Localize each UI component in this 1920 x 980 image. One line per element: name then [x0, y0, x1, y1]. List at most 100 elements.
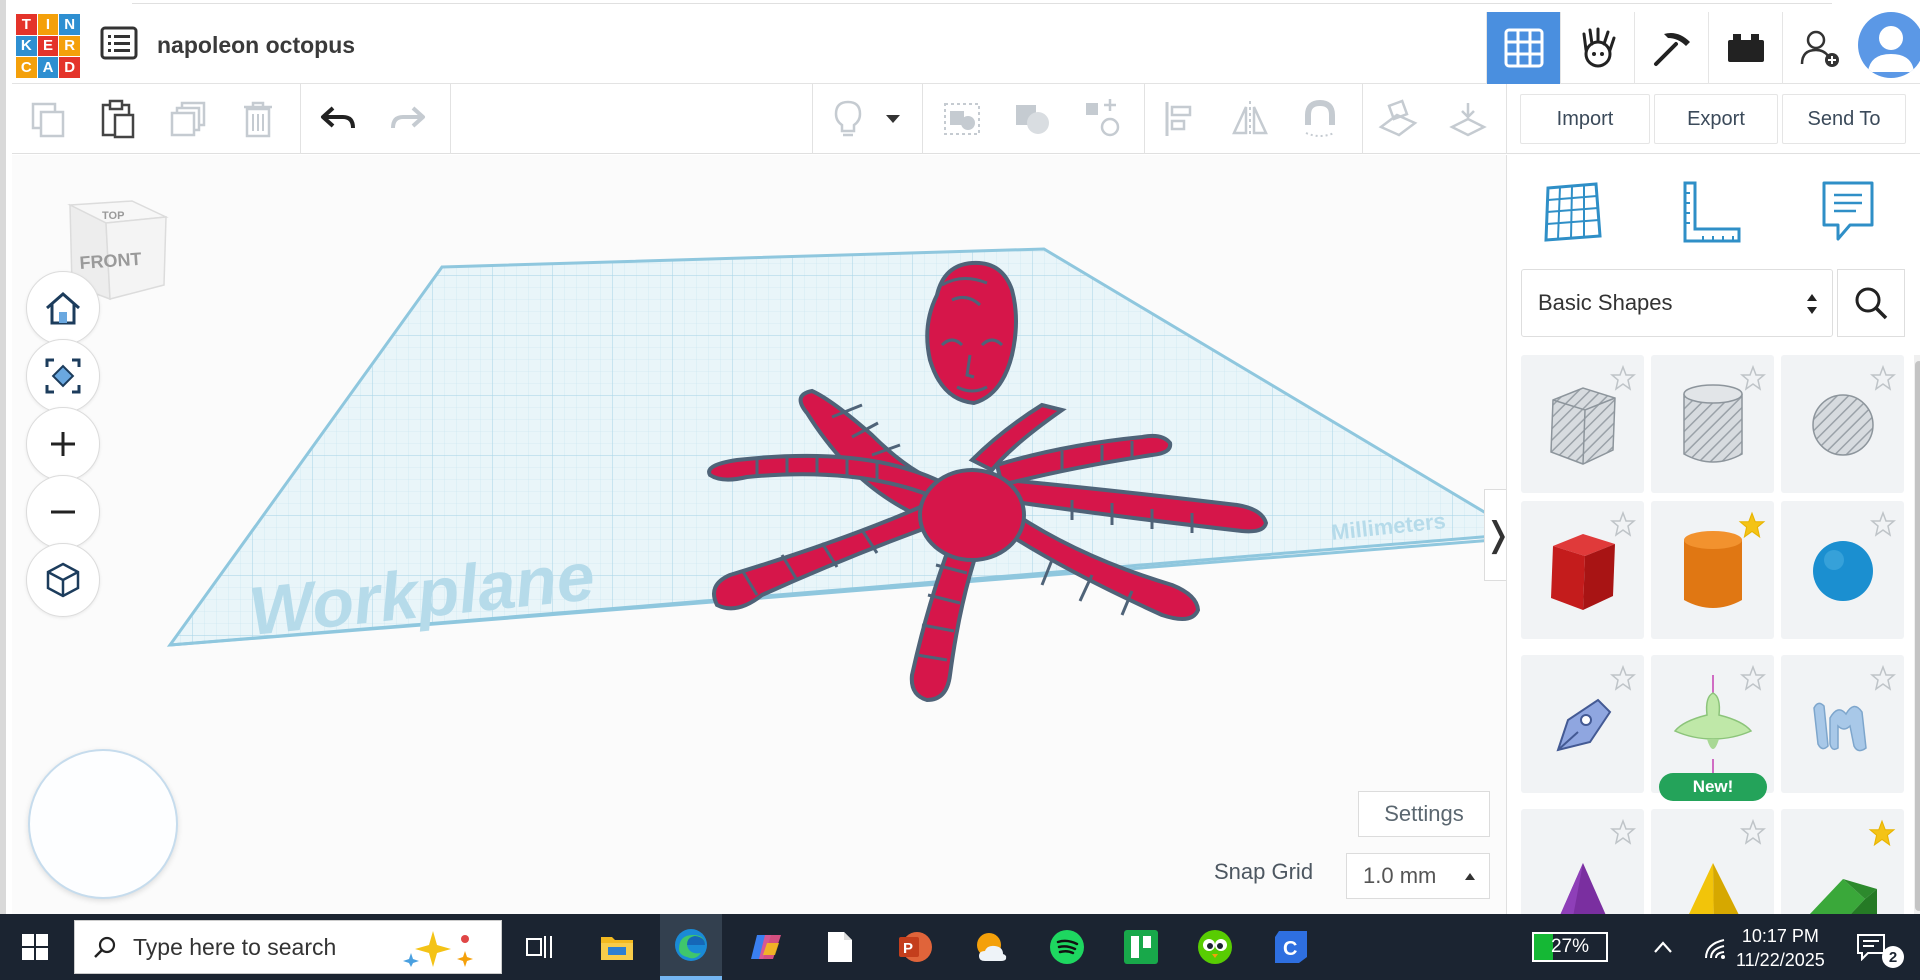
scrollbar-thumb[interactable] [1915, 361, 1920, 911]
system-clock[interactable]: 10:17 PM 11/22/2025 [1736, 924, 1825, 972]
design-list-icon[interactable] [100, 26, 138, 60]
snap-grid-select[interactable]: 1.0 mm [1346, 853, 1490, 899]
notes-button[interactable] [826, 98, 870, 140]
cruise-button[interactable] [1080, 98, 1124, 140]
mirror-button[interactable] [1228, 98, 1272, 140]
shape-tile-cylinder[interactable] [1651, 501, 1774, 639]
search-icon [94, 936, 116, 958]
shape-tile-box-hole[interactable] [1521, 355, 1644, 493]
bricks-icon [1727, 34, 1764, 62]
wifi-button[interactable] [1690, 922, 1740, 972]
duolingo-icon [1198, 930, 1232, 964]
weather-icon [977, 933, 1007, 961]
show-hidden-icons-button[interactable] [1638, 922, 1688, 972]
plus-icon [51, 432, 75, 456]
settings-button[interactable]: Settings [1358, 791, 1490, 837]
workplane-tool-icon [1378, 99, 1418, 137]
notes-dropdown[interactable] [878, 98, 908, 140]
duplicate-button[interactable] [166, 98, 210, 140]
bricks-button[interactable] [1708, 12, 1782, 84]
tinkercad-logo[interactable]: T I N K E R C A D [16, 14, 80, 78]
shape-tile-box[interactable] [1521, 501, 1644, 639]
sphere-hole-icon [1811, 394, 1874, 456]
home-view-button[interactable] [26, 271, 100, 345]
chevron-up-icon [1654, 941, 1672, 953]
collapse-panel-button[interactable]: ❭ [1484, 489, 1506, 581]
logo-letter: R [59, 35, 80, 57]
magnet-button[interactable] [1298, 98, 1342, 140]
app-green-button[interactable] [1116, 922, 1166, 972]
3d-design-view-button[interactable] [1486, 12, 1560, 84]
drop-button[interactable] [1446, 98, 1490, 140]
copilot-button[interactable] [742, 922, 792, 972]
import-button[interactable]: Import [1520, 94, 1650, 144]
workplane-tool-button[interactable] [1376, 98, 1420, 140]
windows-taskbar: Type here to search P C 27% 10:17 PM 11/… [0, 914, 1920, 980]
file-button[interactable] [815, 922, 865, 972]
send-to-button[interactable]: Send To [1782, 94, 1906, 144]
app-blue-button[interactable]: C [1266, 922, 1316, 972]
add-user-icon [1800, 30, 1839, 67]
ungroup-button[interactable] [1010, 98, 1054, 140]
workplane-panel-button[interactable] [1537, 177, 1607, 247]
align-button[interactable] [1158, 98, 1202, 140]
align-icon [1165, 102, 1192, 136]
shape-tile-revolver[interactable]: New! [1651, 655, 1774, 801]
fit-view-icon [45, 358, 81, 394]
add-user-button[interactable] [1782, 12, 1856, 84]
taskbar-search[interactable]: Type here to search [74, 920, 502, 974]
pickaxe-icon [1653, 33, 1690, 66]
tinkercad-app: T I N K E R C A D napoleon octopus Impor… [0, 0, 1920, 914]
notes-panel-button[interactable] [1813, 177, 1883, 247]
shape-tile-scribble[interactable] [1521, 655, 1644, 793]
shape-category-select[interactable]: Basic Shapes [1521, 269, 1833, 337]
shape-category-value: Basic Shapes [1538, 290, 1673, 315]
shape-tile-roof[interactable] [1781, 809, 1904, 914]
edge-browser-button[interactable] [660, 914, 722, 980]
orbit-control[interactable] [28, 749, 178, 899]
zoom-out-button[interactable] [26, 475, 100, 549]
ruler-button[interactable] [1675, 177, 1745, 247]
toolbar-divider [812, 84, 813, 154]
search-shapes-button[interactable] [1837, 269, 1905, 337]
group-button[interactable] [940, 98, 984, 140]
cone-icon [1560, 863, 1605, 914]
shape-tile-text[interactable] [1781, 655, 1904, 793]
logo-letter: I [37, 14, 59, 35]
shape-tile-cone[interactable] [1521, 809, 1644, 914]
user-avatar[interactable] [1858, 12, 1920, 78]
powerpoint-button[interactable]: P [890, 922, 940, 972]
export-button[interactable]: Export [1654, 94, 1778, 144]
ruler-icon [1683, 181, 1741, 243]
panel-scrollbar[interactable] [1914, 355, 1920, 914]
snap-grid-value: 1.0 mm [1363, 863, 1437, 888]
search-icon [1855, 287, 1888, 320]
design-title[interactable]: napoleon octopus [157, 32, 355, 59]
file-explorer-button[interactable] [592, 922, 642, 972]
shape-tile-cylinder-hole[interactable] [1651, 355, 1774, 493]
paste-button[interactable] [96, 98, 140, 140]
redo-button[interactable] [386, 98, 430, 140]
zoom-in-button[interactable] [26, 407, 100, 481]
shape-tile-sphere[interactable] [1781, 501, 1904, 639]
sim-lab-button[interactable] [1560, 12, 1634, 84]
home-icon [46, 292, 80, 325]
bricks-blocks-button[interactable] [1634, 12, 1708, 84]
box-icon [1550, 534, 1615, 610]
projection-toggle-button[interactable] [26, 543, 100, 617]
logo-letter: K [16, 35, 37, 57]
3d-canvas[interactable]: Workplane Millimeters TOP FRONT Settings… [12, 155, 1506, 914]
start-button[interactable] [10, 922, 60, 972]
duolingo-button[interactable] [1190, 922, 1240, 972]
delete-button[interactable] [236, 98, 280, 140]
shape-tile-sphere-hole[interactable] [1781, 355, 1904, 493]
task-view-button[interactable] [515, 922, 565, 972]
battery-indicator[interactable]: 27% [1532, 932, 1608, 962]
toolbar-divider [450, 84, 451, 154]
undo-button[interactable] [316, 98, 360, 140]
fit-view-button[interactable] [26, 339, 100, 413]
shape-tile-pyramid[interactable] [1651, 809, 1774, 914]
copy-button[interactable] [26, 98, 70, 140]
weather-button[interactable] [966, 922, 1016, 972]
spotify-button[interactable] [1042, 922, 1092, 972]
